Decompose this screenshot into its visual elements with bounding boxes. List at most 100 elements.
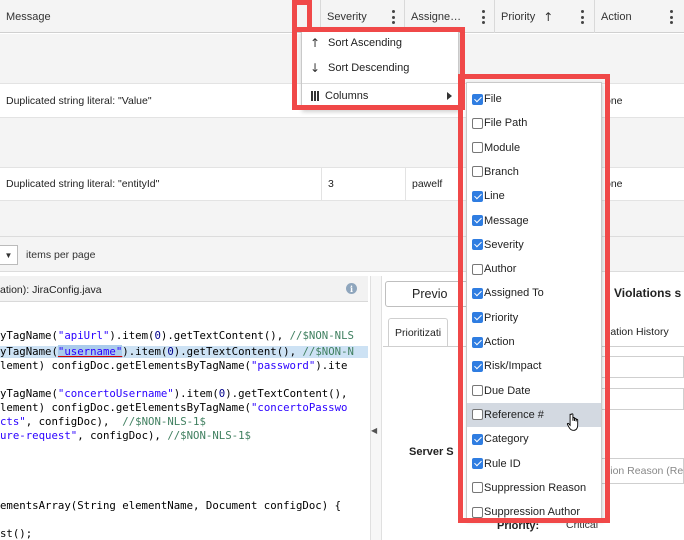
checkbox[interactable]	[472, 433, 483, 445]
column-toggle-label: Rule ID	[484, 457, 521, 470]
checkbox[interactable]	[472, 190, 483, 202]
menu-item-label: Sort Descending	[328, 62, 410, 74]
checkbox[interactable]	[472, 482, 483, 494]
checkbox[interactable]	[472, 166, 483, 178]
editor-title: ation): JiraConfig.java	[0, 284, 102, 296]
menu-item-label: Columns	[325, 90, 369, 102]
columns-icon	[311, 91, 319, 101]
columns-submenu: File File Path Module Branch Line Message Seve…	[466, 82, 602, 520]
panel-splitter[interactable]	[370, 276, 382, 540]
column-header-label: Severity	[327, 10, 367, 23]
suppression-reason-input[interactable]: sion Reason (Re	[600, 458, 684, 484]
tab-prioritization[interactable]: Prioritizati	[388, 318, 449, 346]
checkbox[interactable]	[472, 142, 483, 154]
column-toggle-line[interactable]: Line	[467, 184, 601, 208]
arrow-down-icon: ↓	[309, 61, 321, 75]
column-menu-icon[interactable]	[388, 8, 398, 26]
column-menu-icon[interactable]	[304, 8, 314, 26]
column-toggle-author[interactable]: Author	[467, 257, 601, 281]
column-toggle-message[interactable]: Message	[467, 209, 601, 233]
column-header-label: Action	[601, 10, 632, 23]
column-toggle-branch[interactable]: Branch	[467, 160, 601, 184]
column-menu-icon[interactable]	[577, 8, 587, 26]
column-toggle-assigned-to[interactable]: Assigned To	[467, 281, 601, 305]
column-toggle-file[interactable]: File	[467, 87, 601, 111]
column-toggle-label: File Path	[484, 117, 528, 130]
column-toggle-label: Branch	[484, 165, 519, 178]
checkbox[interactable]	[472, 93, 483, 105]
checkbox[interactable]	[472, 117, 483, 129]
column-toggle-label: Action	[484, 336, 515, 348]
column-toggle-label: Assigned To	[484, 287, 544, 300]
column-header-label: Priority	[501, 10, 536, 23]
column-header-message[interactable]: Message	[0, 0, 321, 33]
column-toggle-label: Line	[484, 190, 505, 203]
column-toggle-suppression-author[interactable]: Suppression Author	[467, 500, 601, 524]
checkbox[interactable]	[472, 336, 483, 348]
sort-ascending-item[interactable]: ↑ Sort Ascending	[302, 31, 458, 55]
checkbox[interactable]	[472, 215, 483, 226]
arrow-up-icon: ↑	[543, 9, 554, 24]
column-menu-icon[interactable]	[478, 8, 488, 26]
column-toggle-suppression-reason[interactable]: Suppression Reason	[467, 476, 601, 500]
arrow-up-icon: ↑	[309, 36, 321, 50]
code-line: ementsArray(String elementName, Document…	[0, 499, 342, 512]
code-line-highlighted: yTagName("username").item(0).getTextCont…	[0, 345, 368, 358]
column-header-label: Assigne…	[411, 10, 462, 23]
column-toggle-label: Suppression Author	[484, 506, 581, 519]
suppression-reason-placeholder: sion Reason (Re	[605, 465, 684, 477]
hand-cursor-icon	[566, 413, 579, 431]
detail-field[interactable]	[600, 356, 684, 378]
checkbox[interactable]	[472, 506, 483, 518]
cell-message: Duplicated string literal: "entityId"	[6, 178, 160, 190]
checkbox[interactable]	[472, 287, 483, 299]
items-per-page-label: items per page	[26, 249, 96, 261]
column-toggle-due-date[interactable]: Due Date	[467, 379, 601, 403]
column-toggle-risk-impact[interactable]: Risk/Impact	[467, 354, 601, 378]
previous-button[interactable]: Previo	[385, 281, 469, 307]
tab-violation-history[interactable]: lation History	[608, 318, 669, 346]
column-context-menu: ↑ Sort Ascending ↓ Sort Descending Colum…	[301, 28, 459, 110]
cell-action: one	[605, 94, 623, 107]
checkbox[interactable]	[472, 385, 483, 397]
violations-title: Violations s	[614, 286, 682, 300]
code-line: lement) configDoc.getElementsByTagName("…	[0, 401, 348, 414]
code-editor[interactable]: yTagName("apiUrl").item(0).getTextConten…	[0, 304, 368, 540]
detail-field[interactable]	[600, 388, 684, 410]
checkbox[interactable]	[472, 263, 483, 275]
chevron-left-icon[interactable]: ◀	[371, 426, 377, 435]
column-toggle-label: Module	[484, 141, 521, 154]
column-toggle-label: Due Date	[484, 384, 531, 397]
column-toggle-label: Severity	[484, 238, 524, 251]
checkbox[interactable]	[472, 312, 483, 324]
server-status-label: Server S	[409, 446, 454, 458]
code-line: lement) configDoc.getElementsByTagName("…	[0, 359, 348, 372]
info-icon[interactable]: i	[346, 283, 357, 294]
column-toggle-label: Risk/Impact	[484, 360, 542, 373]
checkbox[interactable]	[472, 458, 483, 469]
sort-descending-item[interactable]: ↓ Sort Descending	[302, 56, 458, 80]
cell-message: Duplicated string literal: "Value"	[6, 94, 152, 107]
column-toggle-label: Reference #	[484, 408, 544, 421]
checkbox[interactable]	[472, 409, 483, 421]
column-toggle-module[interactable]: Module	[467, 136, 601, 160]
column-header-label: Message	[6, 10, 51, 23]
column-toggle-priority[interactable]: Priority	[467, 306, 601, 330]
checkbox[interactable]	[472, 239, 483, 251]
checkbox[interactable]	[472, 360, 483, 372]
items-per-page-select[interactable]: ▼	[0, 245, 18, 265]
column-toggle-severity[interactable]: Severity	[467, 233, 601, 257]
column-toggle-file-path[interactable]: File Path	[467, 111, 601, 135]
editor-header: ation): JiraConfig.java	[0, 276, 368, 302]
code-line: st();	[0, 527, 33, 540]
column-toggle-label: Suppression Reason	[484, 481, 587, 494]
columns-item[interactable]: Columns	[302, 84, 458, 108]
column-toggle-rule-id[interactable]: Rule ID	[467, 452, 601, 476]
column-menu-icon[interactable]	[666, 8, 676, 26]
cell-severity: 3	[321, 168, 405, 200]
code-line: yTagName("concertoUsername").item(0).get…	[0, 387, 348, 400]
column-toggle-label: Author	[484, 263, 517, 276]
column-toggle-action[interactable]: Action	[467, 330, 601, 354]
code-line: yTagName("apiUrl").item(0).getTextConten…	[0, 329, 354, 342]
code-line: ure-request", configDoc), //$NON-NLS-1$	[0, 429, 251, 442]
